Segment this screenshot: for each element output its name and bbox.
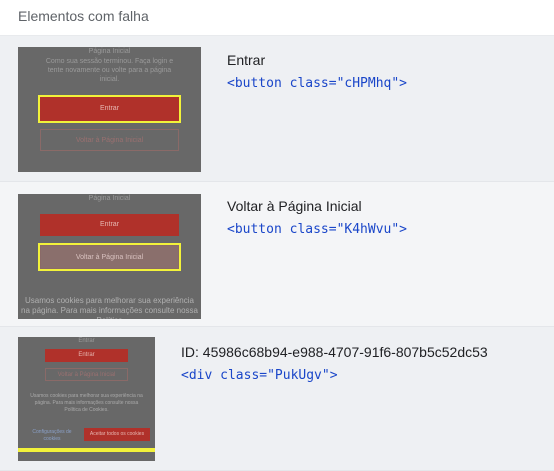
thumb-cookie-text: Usamos cookies para melhorar sua experiê…	[21, 296, 198, 319]
section-title: Elementos com falha	[18, 8, 149, 24]
thumb-text: Como sua sessão terminou. Faça login e t…	[45, 58, 174, 83]
thumb-primary-button: Entrar	[38, 95, 181, 123]
thumb-secondary-button: Voltar à Página Inicial	[38, 243, 181, 271]
failed-element-row[interactable]: Página Inicial Como sua sessão terminou.…	[0, 36, 554, 182]
element-selector: <button class="K4hWvu">	[227, 222, 408, 237]
element-title: Voltar à Página Inicial	[227, 198, 362, 214]
thumb-secondary-button: Voltar à Página Inicial	[40, 129, 179, 151]
thumb-primary-button: Entrar	[45, 349, 128, 362]
element-screenshot: Página Inicial Como sua sessão terminou.…	[18, 47, 201, 172]
element-selector: <div class="PukUgv">	[181, 368, 338, 383]
thumb-cookie-settings: Configurações de cookies	[32, 429, 72, 442]
element-info: Entrar <button class="cHPMhq">	[227, 52, 407, 91]
element-screenshot: Entrar Entrar Voltar à Página Inicial Us…	[18, 337, 155, 461]
element-selector: <button class="cHPMhq">	[227, 76, 408, 91]
failed-element-row[interactable]: Página Inicial Entrar Voltar à Página In…	[0, 182, 554, 327]
section-header: Elementos com falha	[0, 0, 554, 36]
thumb-heading: Página Inicial	[88, 48, 131, 55]
failed-element-row[interactable]: Entrar Entrar Voltar à Página Inicial Us…	[0, 327, 554, 471]
thumb-cookie-text: Usamos cookies para melhorar sua experiê…	[30, 393, 143, 413]
element-screenshot: Página Inicial Entrar Voltar à Página In…	[18, 194, 201, 319]
thumb-accept-button: Aceitar todos os cookies	[84, 428, 150, 441]
element-title: Entrar	[227, 52, 266, 68]
thumb-secondary-button: Voltar à Página Inicial	[45, 368, 128, 381]
highlight-bar	[18, 448, 155, 452]
thumb-heading: Página Inicial	[88, 195, 131, 202]
element-info: Voltar à Página Inicial <button class="K…	[227, 198, 407, 237]
element-info: ID: 45986c68b94-e988-4707-91f6-807b5c52d…	[181, 344, 488, 383]
thumb-primary-button: Entrar	[40, 214, 179, 236]
element-title: ID: 45986c68b94-e988-4707-91f6-807b5c52d…	[181, 344, 488, 360]
thumb-heading: Entrar	[78, 338, 95, 344]
